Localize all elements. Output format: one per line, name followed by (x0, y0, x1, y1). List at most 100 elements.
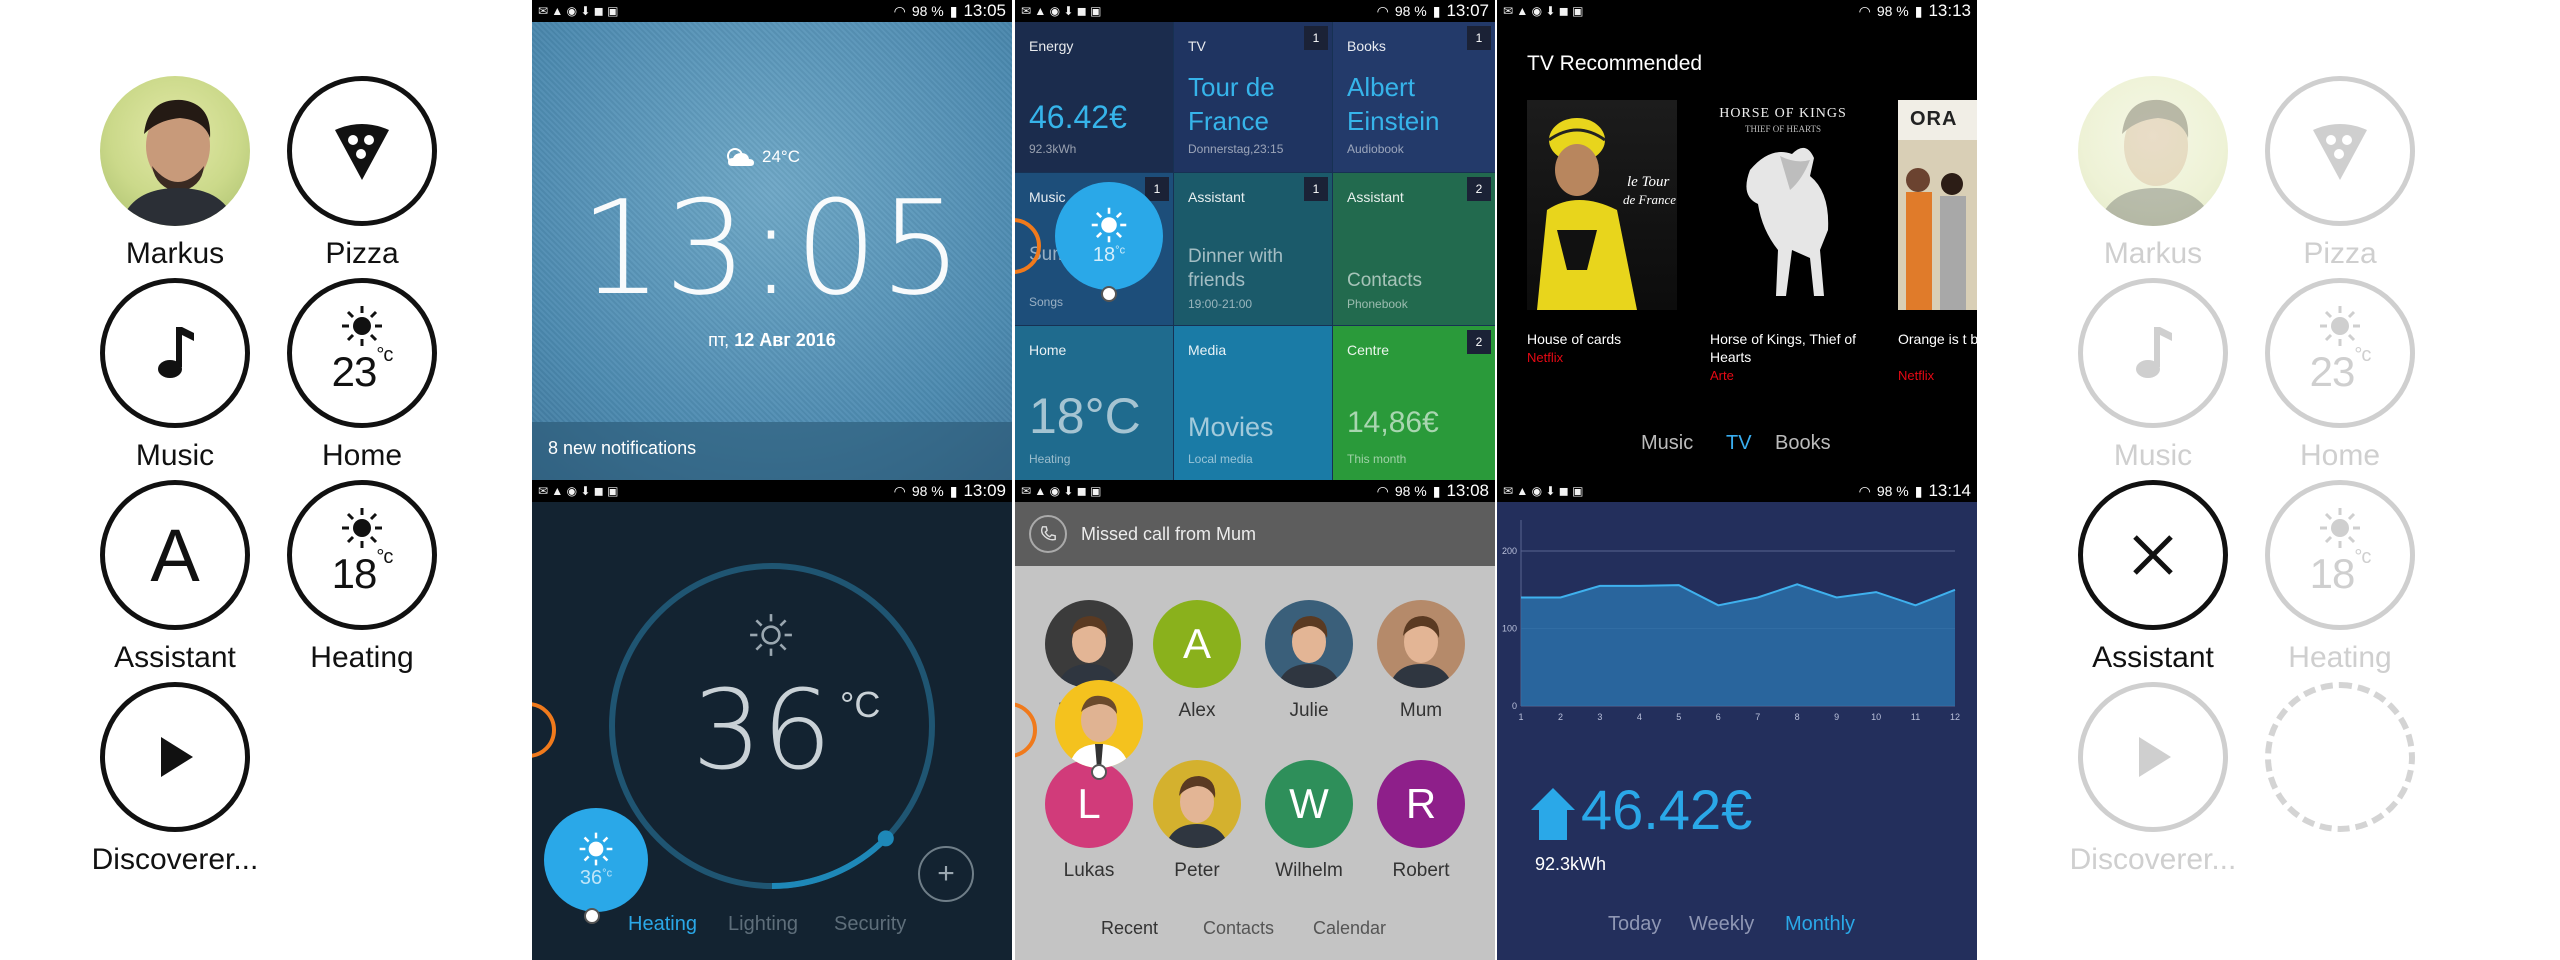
y-tick-label: 200 (1502, 546, 1517, 556)
home-button[interactable]: 23°c (287, 278, 437, 428)
floating-bubble[interactable]: 18°c (1055, 182, 1163, 290)
bubble-anchor (1101, 286, 1117, 302)
contact-avatar[interactable]: L (1045, 760, 1133, 848)
tab-contacts[interactable]: Contacts (1203, 918, 1274, 939)
status-bar: ✉ ▲ ◉ ⬇ ◼ ▣ ◠ 98 % ▮ 13:13 (1497, 0, 1977, 22)
bubble-temp: 36°c (579, 866, 613, 889)
assistant-close-button[interactable] (2078, 480, 2228, 630)
tile-centre[interactable]: Centre 2 14,86€ This month (1333, 326, 1495, 480)
contact-avatar[interactable]: W (1265, 760, 1353, 848)
tile-value: 18°C (1029, 388, 1141, 444)
pizza-button[interactable] (2265, 76, 2415, 226)
discoverer-button[interactable] (100, 682, 250, 832)
cyclist-art: le Tour de France (1537, 118, 1676, 310)
tab-lighting[interactable]: Lighting (728, 913, 798, 936)
battery-icon: ▮ (1914, 482, 1923, 499)
heating-button[interactable]: 18°c (2265, 480, 2415, 630)
caption-home: Home (321, 439, 403, 472)
battery-text: 98 % (1876, 3, 1909, 19)
missed-call-banner[interactable]: Missed call from Mum (1015, 502, 1495, 566)
tab-music[interactable]: Music (1641, 432, 1693, 455)
tile-tv[interactable]: TV 1 Tour de France Donnerstag,23:15 (1174, 22, 1332, 172)
tile-value: Movies (1188, 412, 1274, 442)
status-bar: ✉ ▲ ◉ ⬇ ◼ ▣ ◠ 98 % ▮ 13:07 (1015, 0, 1495, 22)
tab-security[interactable]: Security (834, 913, 906, 936)
x-tick-label: 1 (1518, 712, 1523, 722)
tab-recent[interactable]: Recent (1101, 918, 1158, 939)
tile-media[interactable]: Media Movies Local media (1174, 326, 1332, 480)
x-tick-label: 10 (1871, 712, 1881, 722)
contact-avatar[interactable]: A (1153, 600, 1241, 688)
tile-assistant-dinner[interactable]: Assistant 1 Dinner with friends 19:00-21… (1174, 173, 1332, 325)
tile-contacts[interactable]: Assistant 2 Contacts Phonebook (1333, 173, 1495, 325)
poster-horse-of-kings[interactable]: HORSE OF KINGS THIEF OF HEARTS (1710, 100, 1856, 310)
markus-avatar[interactable] (100, 76, 250, 226)
plus-icon: + (937, 857, 955, 890)
tab-heating[interactable]: Heating (628, 913, 697, 936)
floating-bubble[interactable]: 36°c (544, 808, 648, 912)
tile-sub: This month (1347, 452, 1407, 466)
notifications-bar[interactable]: 8 new notifications (532, 422, 1012, 480)
discoverer-button[interactable] (2078, 682, 2228, 832)
dragged-contact-avatar[interactable] (1055, 680, 1143, 768)
battery-icon: ▮ (949, 2, 958, 19)
heating-temp: 18°c (331, 546, 394, 597)
poster-orange-is-the-new-black[interactable]: ORA (1898, 100, 1977, 310)
poster-house-of-cards[interactable]: le Tour de France (1527, 100, 1677, 310)
music-button[interactable] (100, 278, 250, 428)
caption-music: Music (135, 439, 215, 472)
clock: 13:13 (1928, 1, 1971, 20)
status-right: ◠ 98 % ▮ 13:13 (1859, 1, 1971, 21)
music-button[interactable] (2078, 278, 2228, 428)
tab-books[interactable]: Books (1775, 432, 1831, 455)
contact-avatar[interactable]: R (1377, 760, 1465, 848)
tab-weekly[interactable]: Weekly (1689, 913, 1754, 936)
sun-icon (2320, 508, 2360, 548)
tab-calendar[interactable]: Calendar (1313, 918, 1386, 939)
tile-badge: 2 (1467, 330, 1491, 354)
clock: 13:07 (1446, 1, 1489, 20)
home-button[interactable]: 23°c (2265, 278, 2415, 428)
contact-avatar[interactable] (1265, 600, 1353, 688)
contacts-screen: ✉ ▲ ◉ ⬇ ◼ ▣ ◠ 98 % ▮ 13:08 Missed call from… (1015, 480, 1495, 960)
horse-art (1746, 147, 1829, 296)
x-tick-label: 3 (1597, 712, 1602, 722)
heating-temp: 18°c (2309, 546, 2372, 597)
contact-avatar[interactable] (1153, 760, 1241, 848)
battery-text: 98 % (1394, 3, 1427, 19)
sun-outline-icon (750, 614, 792, 656)
pizza-button[interactable] (287, 76, 437, 226)
tile-books[interactable]: Books 1 Albert Einstein Audiobook (1333, 22, 1495, 172)
contact-avatar[interactable] (1045, 600, 1133, 688)
heating-button[interactable]: 18°c (287, 480, 437, 630)
contact-initial: L (1077, 780, 1101, 827)
tile-home[interactable]: Home 18°C Heating (1015, 326, 1173, 480)
status-bar: ✉ ▲ ◉ ⬇ ◼ ▣ ◠ 98 % ▮ 13:08 (1015, 480, 1495, 502)
contact-avatar[interactable] (1377, 600, 1465, 688)
tile-header: Music (1029, 189, 1066, 205)
tile-value: Dinner with friends (1188, 246, 1284, 291)
home-temp: 23°c (331, 344, 394, 395)
tab-today[interactable]: Today (1608, 913, 1661, 936)
lock-screen: ✉ ▲ ◉ ⬇ ◼ ▣ ◠ 98 % ▮ 13:05 24°C 13:05 пт, 1… (532, 0, 1012, 480)
tile-energy[interactable]: Energy 46.42€ 92.3kWh (1015, 22, 1173, 172)
tab-tv[interactable]: TV (1726, 432, 1752, 455)
person-photo-icon (2098, 99, 2214, 226)
caption-pizza: Pizza (2303, 237, 2377, 270)
x-tick-label: 11 (1911, 712, 1920, 722)
assistant-button[interactable]: A (100, 480, 250, 630)
wifi-icon: ◠ (1376, 482, 1389, 499)
tiles-screen: ✉ ▲ ◉ ⬇ ◼ ▣ ◠ 98 % ▮ 13:07 Energy 46.42€ 92… (1015, 0, 1495, 480)
battery-text: 98 % (911, 3, 944, 19)
empty-slot[interactable] (2265, 682, 2415, 832)
dial-knob[interactable] (877, 830, 894, 847)
presentation-canvas: Markus Pizza Music 23°c Home A Assistant… (0, 0, 2560, 960)
add-button[interactable]: + (918, 846, 974, 902)
tab-monthly[interactable]: Monthly (1785, 913, 1855, 936)
orange-art (1898, 140, 1977, 310)
energy-chart: 01002001 2 3 4 5 6 7 8 9 10 11 12 (1502, 520, 1960, 722)
tile-badge: 1 (1145, 177, 1169, 201)
person-photo-icon (1165, 776, 1229, 848)
markus-avatar-faded[interactable] (2078, 76, 2228, 226)
contact-name: Robert (1392, 860, 1450, 881)
